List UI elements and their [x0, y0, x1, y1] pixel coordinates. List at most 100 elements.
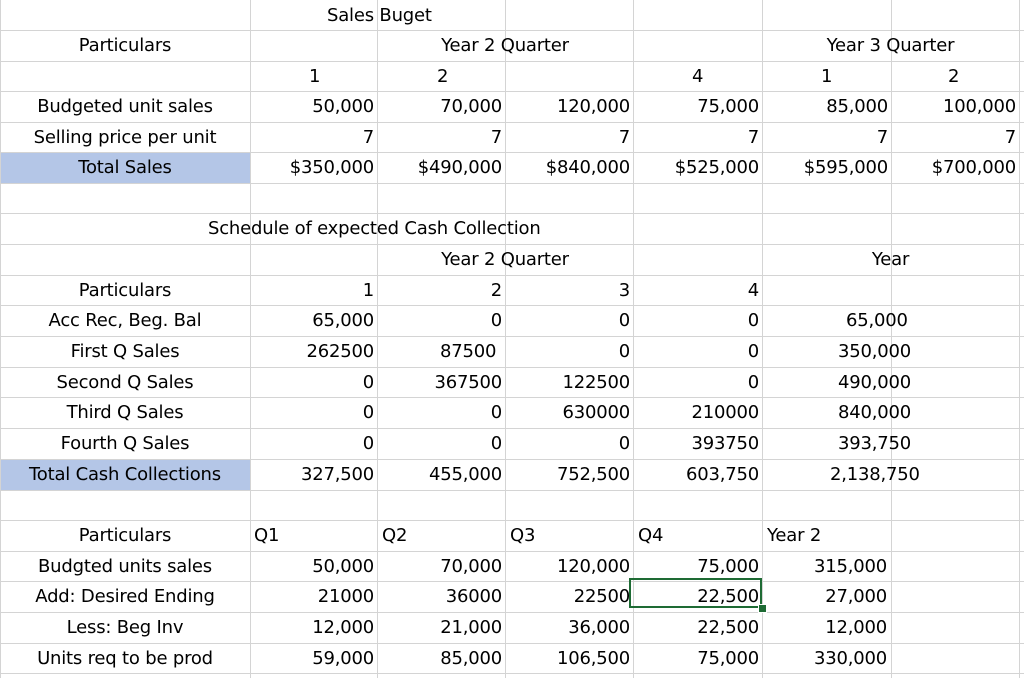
table-cell[interactable]: 85,000 [762, 92, 888, 122]
year3-quarter-header: Year 3 Quarter [826, 35, 955, 56]
particulars-header: Particulars [78, 280, 172, 301]
year-total-cell[interactable]: 840,000 [838, 398, 958, 428]
table-cell[interactable]: 0 [505, 429, 630, 459]
grid-line [0, 183, 1024, 184]
table-cell[interactable]: 0 [250, 429, 374, 459]
row-label: Total Cash Collections [29, 464, 221, 485]
table-cell[interactable]: 0 [633, 337, 759, 367]
particulars-header: Particulars [78, 35, 172, 56]
table-cell[interactable]: 27,000 [762, 582, 887, 612]
quarter-number: 4 [692, 66, 704, 87]
table-cell[interactable]: 603,750 [633, 460, 759, 490]
table-cell[interactable]: 455,000 [377, 460, 502, 490]
year-total-cell[interactable]: 65,000 [846, 306, 966, 336]
table-cell[interactable]: 327,500 [250, 460, 374, 490]
year2-quarter-header: Year 2 Quarter [441, 249, 569, 270]
year-total-cell[interactable]: 490,000 [838, 368, 958, 398]
row-label: Second Q Sales [56, 372, 194, 393]
table-cell[interactable]: 87500 [440, 337, 502, 367]
grid-line [0, 490, 1024, 491]
year2-quarter-header: Year 2 Quarter [441, 35, 569, 56]
table-cell[interactable]: 70,000 [377, 552, 502, 582]
quarter-number: 4 [747, 280, 759, 301]
row-label: Add: Desired Ending [35, 586, 215, 607]
table-cell[interactable]: 0 [505, 337, 630, 367]
table-cell[interactable]: 367500 [377, 368, 502, 398]
table-cell[interactable]: 7 [250, 123, 374, 153]
row-label: Units req to be prod [37, 648, 213, 669]
column-header-q2: Q2 [382, 525, 408, 546]
sales-budget-title: Sales Buget [327, 5, 432, 26]
table-cell[interactable]: 59,000 [250, 644, 374, 674]
table-cell[interactable]: 120,000 [505, 92, 630, 122]
year-header: Year [871, 249, 910, 270]
table-cell[interactable]: 22,500 [633, 613, 759, 643]
table-cell[interactable]: 752,500 [505, 460, 630, 490]
column-header-year2: Year 2 [767, 525, 822, 546]
table-cell[interactable]: 50,000 [250, 92, 374, 122]
row-label: Acc Rec, Beg. Bal [48, 310, 202, 331]
column-header-q4: Q4 [638, 525, 664, 546]
table-cell[interactable]: 50,000 [250, 552, 374, 582]
table-cell[interactable]: 36,000 [505, 613, 630, 643]
quarter-number: 1 [821, 66, 833, 87]
table-cell[interactable]: $840,000 [505, 153, 630, 183]
grid-line [1019, 0, 1020, 678]
row-label: Selling price per unit [33, 127, 217, 148]
table-cell[interactable]: 262500 [250, 337, 374, 367]
table-cell[interactable]: 12,000 [762, 613, 887, 643]
grid-line [0, 61, 1024, 62]
row-label: Budgeted unit sales [37, 96, 213, 117]
table-cell[interactable]: $700,000 [891, 153, 1016, 183]
table-cell[interactable]: 7 [377, 123, 502, 153]
table-cell[interactable]: 7 [633, 123, 759, 153]
table-cell[interactable]: 0 [377, 306, 502, 336]
table-cell[interactable]: 7 [891, 123, 1016, 153]
table-cell[interactable]: 0 [505, 306, 630, 336]
table-cell[interactable]: $490,000 [377, 153, 502, 183]
quarter-number: 1 [362, 280, 374, 301]
table-cell[interactable]: 393750 [633, 429, 759, 459]
table-cell[interactable]: 36000 [377, 582, 502, 612]
table-cell[interactable]: 0 [377, 398, 502, 428]
table-cell[interactable]: 0 [250, 368, 374, 398]
table-cell[interactable]: 70,000 [377, 92, 502, 122]
table-cell[interactable]: 22500 [505, 582, 630, 612]
table-cell[interactable]: 21,000 [377, 613, 502, 643]
table-cell[interactable]: 7 [505, 123, 630, 153]
table-cell[interactable]: $525,000 [633, 153, 759, 183]
year-total-cell[interactable]: 350,000 [838, 337, 958, 367]
table-cell[interactable]: $595,000 [762, 153, 888, 183]
table-cell[interactable]: 122500 [505, 368, 630, 398]
table-cell[interactable]: 330,000 [762, 644, 887, 674]
row-label: Third Q Sales [66, 402, 184, 423]
table-cell[interactable]: 0 [250, 398, 374, 428]
row-label: Less: Beg Inv [66, 617, 184, 638]
table-cell[interactable]: 210000 [633, 398, 759, 428]
spreadsheet-grid[interactable]: Sales Buget Particulars Year 2 Quarter Y… [0, 0, 1024, 678]
table-cell[interactable]: $350,000 [250, 153, 374, 183]
table-cell[interactable]: 0 [377, 429, 502, 459]
table-cell[interactable]: 65,000 [250, 306, 374, 336]
table-cell[interactable]: 21000 [250, 582, 374, 612]
quarter-number: 2 [490, 280, 502, 301]
table-cell[interactable]: 12,000 [250, 613, 374, 643]
table-cell[interactable]: 85,000 [377, 644, 502, 674]
table-cell[interactable]: 106,500 [505, 644, 630, 674]
fill-handle[interactable] [758, 604, 767, 613]
quarter-number: 2 [948, 66, 960, 87]
table-cell[interactable]: 120,000 [505, 552, 630, 582]
table-cell[interactable]: 315,000 [762, 552, 887, 582]
row-label: Total Sales [78, 157, 172, 178]
table-cell[interactable]: 0 [633, 306, 759, 336]
table-cell[interactable]: 75,000 [633, 644, 759, 674]
quarter-number: 3 [618, 280, 630, 301]
year-total-cell[interactable]: 2,138,750 [830, 460, 960, 490]
row-label: Budgted units sales [38, 556, 212, 577]
table-cell[interactable]: 0 [633, 368, 759, 398]
table-cell[interactable]: 630000 [505, 398, 630, 428]
table-cell[interactable]: 100,000 [891, 92, 1016, 122]
year-total-cell[interactable]: 393,750 [838, 429, 958, 459]
table-cell[interactable]: 75,000 [633, 92, 759, 122]
table-cell[interactable]: 7 [762, 123, 888, 153]
